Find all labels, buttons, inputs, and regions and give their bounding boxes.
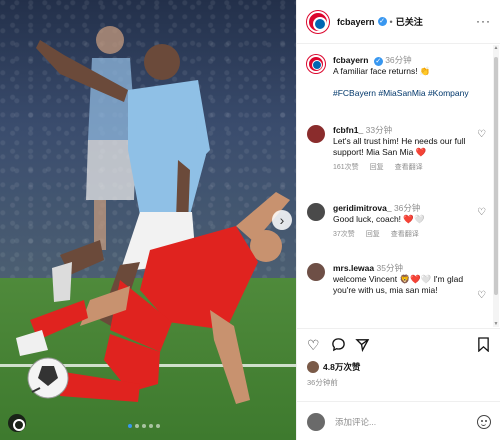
carousel-dot [149,424,153,428]
next-slide-button[interactable]: › [272,210,292,230]
caption-avatar[interactable] [307,55,325,73]
post-media[interactable]: › [0,0,296,440]
more-options-icon[interactable]: ··· [476,14,491,28]
likes-summary[interactable]: 4.8万次赞 [307,361,360,373]
comment-text: welcome Vincent 🦁❤️🤍 I'm glad you're wit… [333,274,464,295]
reply-button[interactable]: 回复 [366,231,380,238]
scroll-up-icon[interactable]: ▲ [493,45,499,51]
comment-username[interactable]: mrs.lewaa [333,263,374,273]
heart-icon[interactable]: ♡ [477,291,487,301]
caption-time: 36分钟 [385,55,412,65]
likes-count[interactable]: 4.8万次赞 [323,361,360,373]
post-side-panel: fcbayern ✓ • 已关注 ··· fcbayern ✓ 36分钟 A f… [296,0,500,440]
bookmark-icon[interactable] [477,337,490,355]
comment-meta: 37次赞 回复 查看翻译 [333,229,473,240]
caption-text: A familiar face returns! 👏 [333,66,431,76]
caption-body: fcbayern ✓ 36分钟 A familiar face returns!… [333,55,473,99]
add-comment-bar [297,401,500,440]
verified-icon: ✓ [377,17,387,26]
comment-username[interactable]: geridimitrova_ [333,203,392,213]
liker-avatar [307,361,319,373]
emoji-icon[interactable] [477,415,491,429]
translate-button[interactable]: 查看翻译 [391,231,419,238]
comments-scrollbar[interactable]: ▲ ▼ [493,45,499,327]
comment-meta: 161次赞 回复 查看翻译 [333,162,473,173]
comment-item: mrs.lewaa 35分钟 welcome Vincent 🦁❤️🤍 I'm … [307,263,487,323]
comment-username[interactable]: fcbfn1_ [333,125,363,135]
comment-text: Let's all trust him! He needs our full s… [333,136,466,157]
comment-body: fcbfn1_ 33分钟 Let's all trust him! He nee… [333,125,473,173]
current-user-avatar [307,412,325,431]
comments-list[interactable]: fcbayern ✓ 36分钟 A familiar face returns!… [297,45,495,327]
header-separator: • [389,16,393,27]
post-header: fcbayern ✓ • 已关注 ··· [297,0,500,44]
post-timestamp: 36分钟前 [307,378,338,387]
reply-button[interactable]: 回复 [370,164,384,171]
scroll-thumb[interactable] [494,57,498,295]
commenter-avatar[interactable] [307,263,325,281]
fcbayern-avatar[interactable] [307,10,329,33]
comment-item: fcbfn1_ 33分钟 Let's all trust him! He nee… [307,125,487,185]
comment-likes[interactable]: 37次赞 [333,231,355,238]
scroll-down-icon[interactable]: ▼ [493,321,499,327]
post-actions: ♡ 4.8万次赞 36分钟前 [297,328,500,440]
carousel-dot [128,424,132,428]
comment-likes[interactable]: 161次赞 [333,164,359,171]
heart-icon[interactable]: ♡ [307,337,320,353]
caption-hashtags[interactable]: #FCBayern #MiaSanMia #Kompany [333,88,469,98]
comment-body: mrs.lewaa 35分钟 welcome Vincent 🦁❤️🤍 I'm … [333,263,473,296]
carousel-dots [128,424,160,428]
verified-icon: ✓ [373,57,383,66]
commenter-avatar[interactable] [307,203,325,221]
comment-time: 35分钟 [376,263,403,273]
football [27,357,69,399]
comment-body: geridimitrova_ 36分钟 Good luck, coach! ❤️… [333,203,473,240]
media-tag-icon[interactable] [8,414,26,432]
caption: fcbayern ✓ 36分钟 A familiar face returns!… [307,55,487,123]
commenter-avatar[interactable] [307,125,325,143]
heart-icon[interactable]: ♡ [477,130,487,140]
comment-time: 36分钟 [393,203,421,213]
comment-item: geridimitrova_ 36分钟 Good luck, coach! ❤️… [307,203,487,251]
comment-time: 33分钟 [365,125,393,135]
carousel-dot [142,424,146,428]
carousel-dot [156,424,160,428]
comment-icon[interactable] [331,337,346,355]
heart-icon[interactable]: ♡ [477,208,487,218]
players-photo [16,26,290,404]
translate-button[interactable]: 查看翻译 [395,164,423,171]
comment-input[interactable] [335,416,465,427]
follow-status-button[interactable]: 已关注 [396,15,423,28]
caption-username[interactable]: fcbayern [333,55,368,65]
comment-text: Good luck, coach! ❤️🤍 [333,214,425,224]
header-username[interactable]: fcbayern [337,17,375,27]
share-icon[interactable] [355,337,370,355]
carousel-dot [135,424,139,428]
